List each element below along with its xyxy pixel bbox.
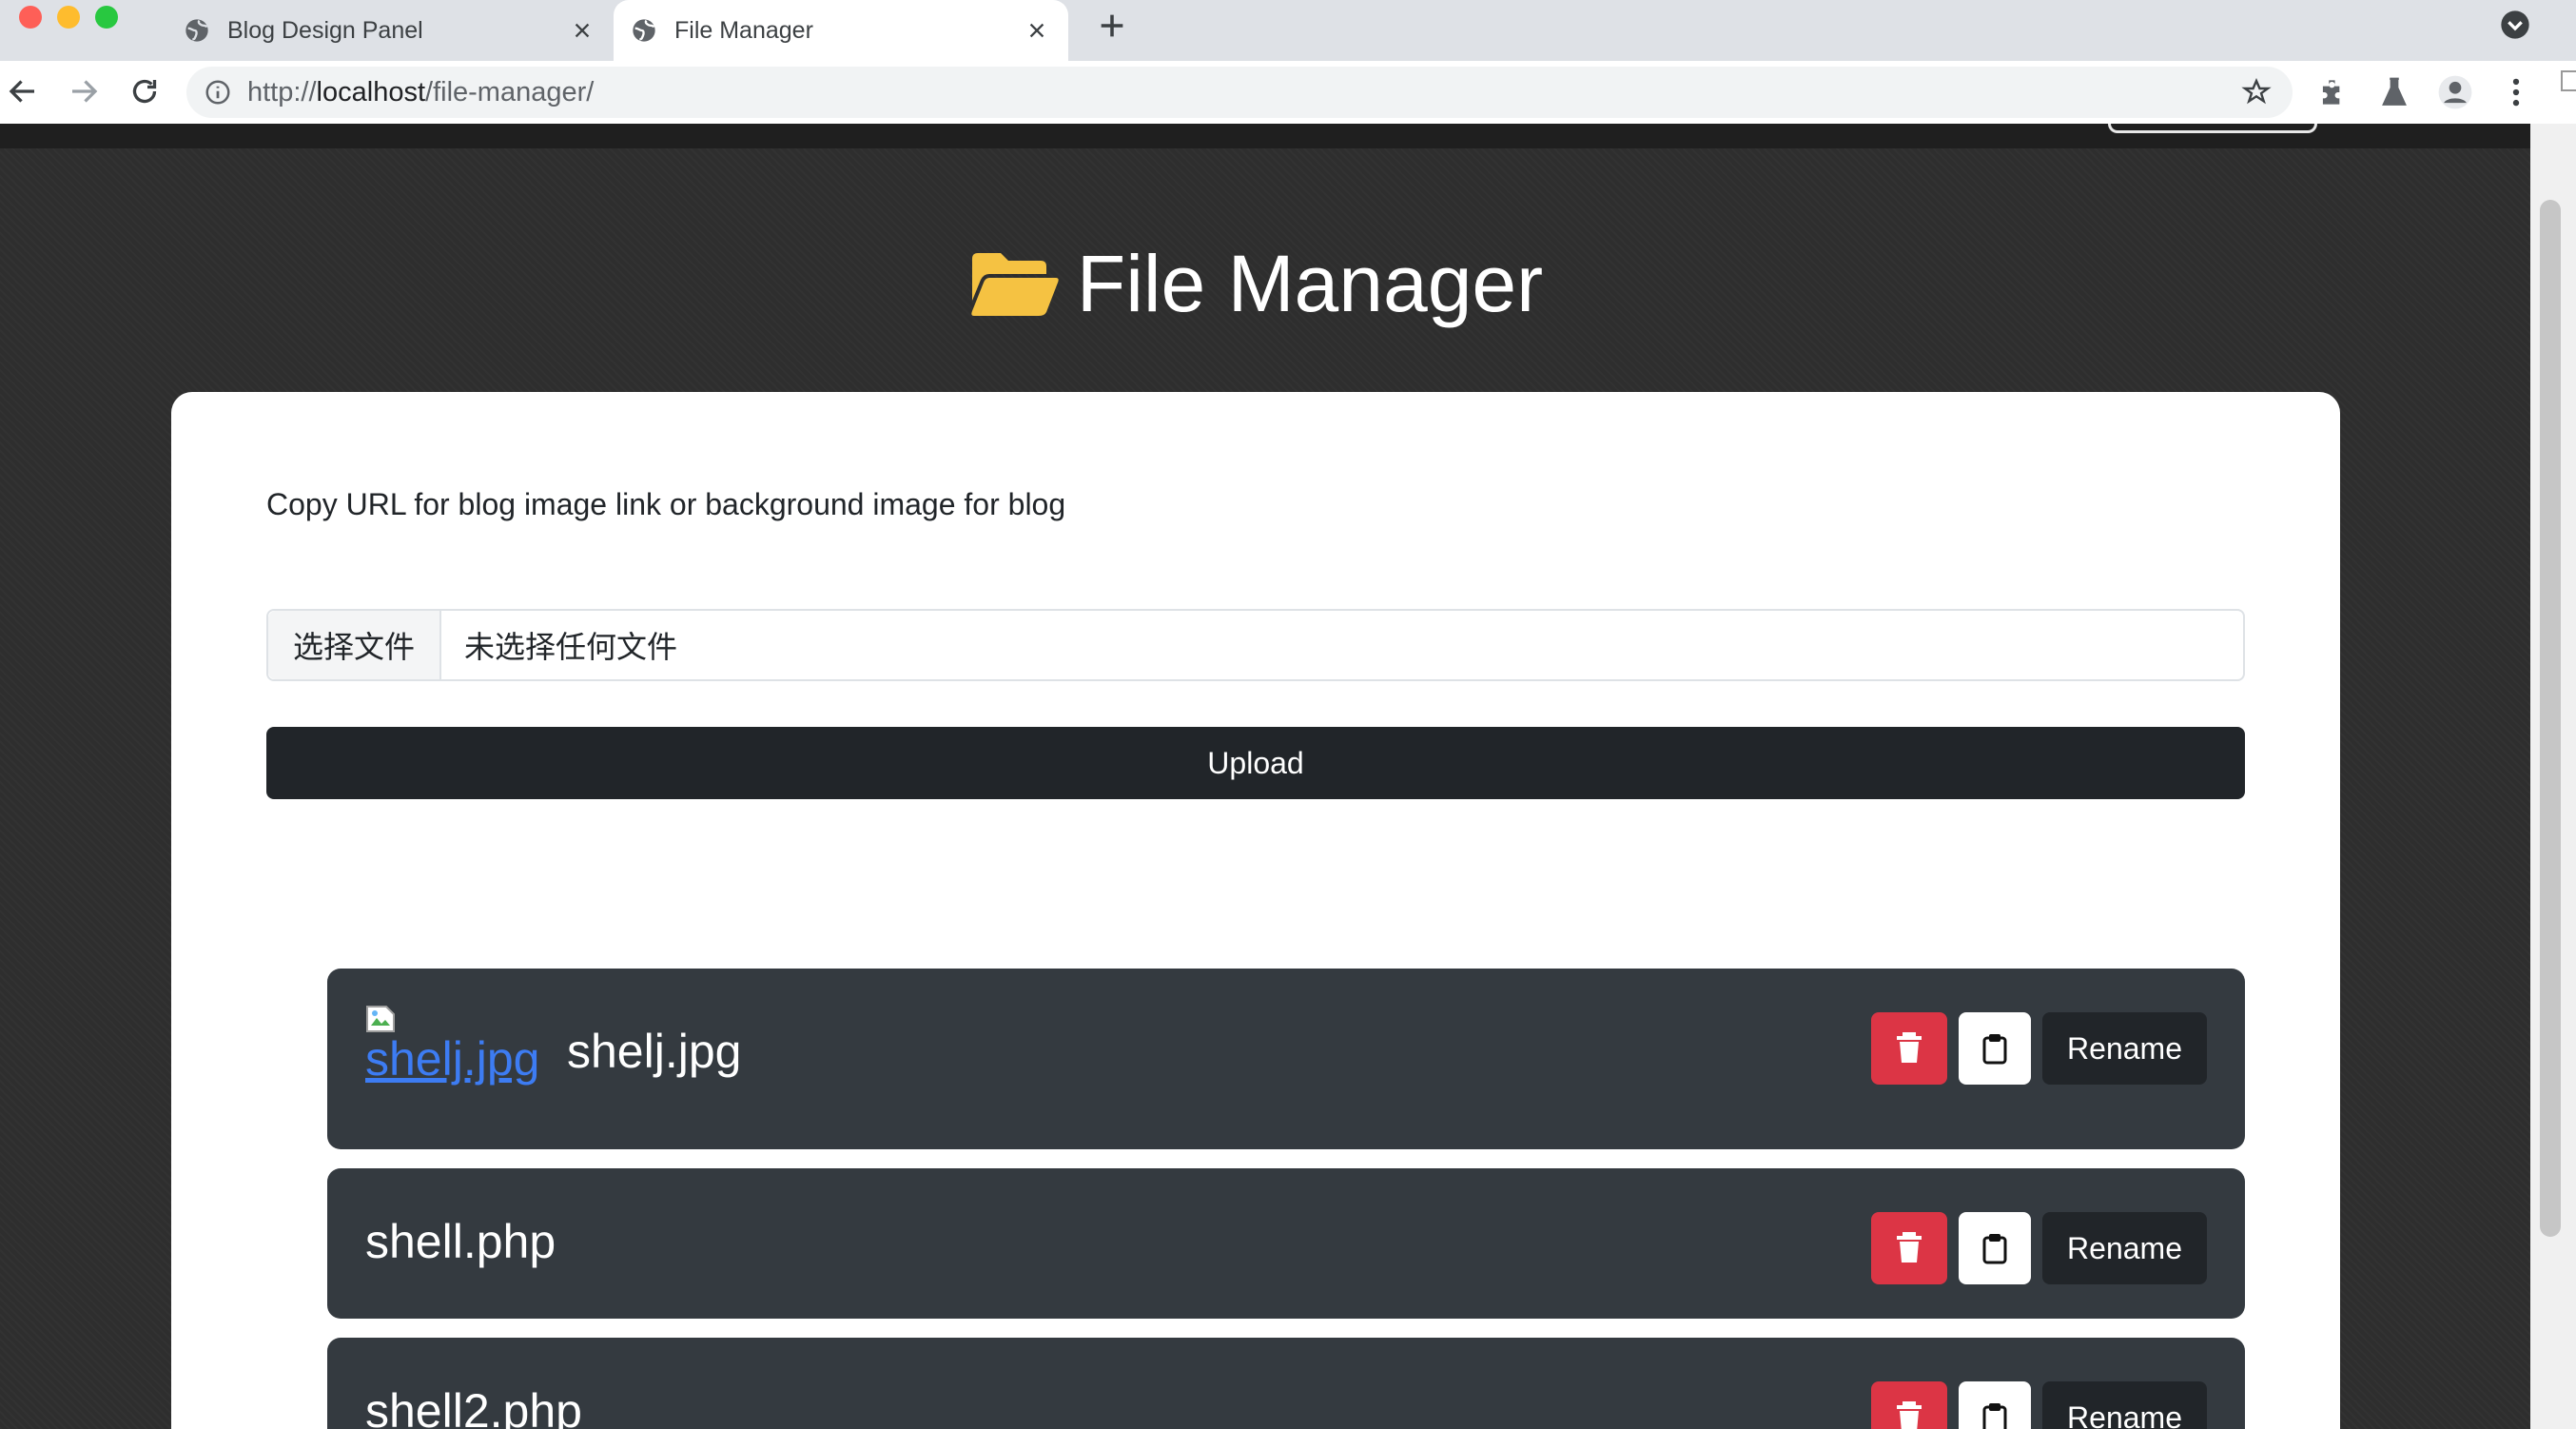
instruction-text: Copy URL for blog image link or backgrou… xyxy=(266,487,1066,521)
copy-url-button[interactable] xyxy=(1959,1212,2032,1284)
url-text: http://localhost/file-manager/ xyxy=(247,76,595,108)
forward-icon[interactable] xyxy=(67,74,101,108)
file-row: shelj.jpg shelj.jpg Rename xyxy=(327,969,2245,1149)
file-row: shell2.php Rename xyxy=(327,1338,2245,1429)
back-icon[interactable] xyxy=(6,74,40,108)
file-name: shelj.jpg xyxy=(567,1025,742,1078)
bookmark-star-icon[interactable] xyxy=(2241,77,2272,108)
file-row: shell.php Rename xyxy=(327,1168,2245,1319)
tab-title: Blog Design Panel xyxy=(227,16,423,44)
file-name: shell.php xyxy=(365,1215,556,1268)
choose-file-button[interactable]: 选择文件 xyxy=(268,611,442,679)
labs-flask-icon[interactable] xyxy=(2376,74,2412,110)
tab-search-icon[interactable] xyxy=(2500,10,2530,40)
thumbnail-alt-text[interactable]: shelj.jpg xyxy=(365,1031,539,1086)
navbar-button[interactable] xyxy=(2108,124,2317,133)
tab-strip: Blog Design Panel File Manager xyxy=(0,0,2576,61)
copy-url-button[interactable] xyxy=(1959,1381,2032,1429)
file-thumbnail-link[interactable]: shelj.jpg xyxy=(365,1005,539,1086)
rename-button[interactable]: Rename xyxy=(2042,1212,2207,1284)
page-scrollbar[interactable] xyxy=(2530,124,2576,1429)
new-tab-icon[interactable] xyxy=(1096,10,1128,42)
file-actions: Rename xyxy=(1871,1381,2207,1429)
file-actions: Rename xyxy=(1871,1012,2207,1085)
trash-icon xyxy=(1897,1232,1922,1263)
globe-icon xyxy=(185,19,208,42)
site-info-icon[interactable] xyxy=(204,78,232,107)
browser-toolbar: http://localhost/file-manager/ xyxy=(0,61,2576,124)
file-manager-card: Copy URL for blog image link or backgrou… xyxy=(171,392,2340,1429)
page-viewport: File Manager Copy URL for blog image lin… xyxy=(0,124,2530,1429)
file-name: shell2.php xyxy=(365,1384,582,1429)
tab-file-manager[interactable]: File Manager xyxy=(614,0,1068,61)
menu-kebab-icon[interactable] xyxy=(2498,74,2534,110)
scrollbar-thumb[interactable] xyxy=(2540,200,2561,1237)
file-input[interactable]: 选择文件 未选择任何文件 xyxy=(266,609,2245,681)
folder-open-icon xyxy=(971,252,1059,316)
site-navbar xyxy=(0,124,2530,148)
close-tab-icon[interactable] xyxy=(572,20,593,41)
zoom-window-button[interactable] xyxy=(95,6,118,29)
rename-button[interactable]: Rename xyxy=(2042,1381,2207,1429)
delete-button[interactable] xyxy=(1871,1381,1948,1429)
address-bar[interactable]: http://localhost/file-manager/ xyxy=(186,67,2293,118)
extensions-icon[interactable] xyxy=(2315,74,2352,110)
page-heading: File Manager xyxy=(0,238,2511,330)
clipboard-icon xyxy=(1982,1234,2007,1264)
globe-icon xyxy=(633,19,655,42)
profile-avatar-icon[interactable] xyxy=(2437,74,2473,110)
clipboard-icon xyxy=(1982,1034,2007,1065)
delete-button[interactable] xyxy=(1871,1212,1948,1284)
tab-title: File Manager xyxy=(674,16,813,44)
reload-icon[interactable] xyxy=(127,74,162,108)
upload-button[interactable]: Upload xyxy=(266,727,2245,799)
close-window-button[interactable] xyxy=(19,6,42,29)
delete-button[interactable] xyxy=(1871,1012,1948,1085)
file-input-status: 未选择任何文件 xyxy=(464,630,678,664)
window-edge-marker xyxy=(2561,70,2576,91)
trash-icon xyxy=(1897,1401,1922,1429)
minimize-window-button[interactable] xyxy=(57,6,80,29)
trash-icon xyxy=(1897,1032,1922,1063)
clipboard-icon xyxy=(1982,1403,2007,1429)
page-title: File Manager xyxy=(1076,239,1544,328)
copy-url-button[interactable] xyxy=(1959,1012,2032,1085)
tab-blog-design-panel[interactable]: Blog Design Panel xyxy=(166,0,614,61)
file-actions: Rename xyxy=(1871,1212,2207,1284)
rename-button[interactable]: Rename xyxy=(2042,1012,2207,1085)
close-tab-icon[interactable] xyxy=(1026,20,1047,41)
broken-image-icon xyxy=(366,1006,395,1032)
